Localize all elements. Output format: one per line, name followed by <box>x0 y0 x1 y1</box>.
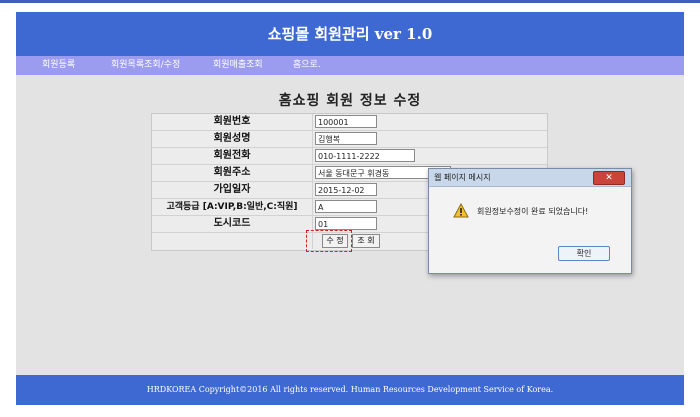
label-join-date: 가입일자 <box>152 182 313 198</box>
app-title: 쇼핑몰 회원관리 ver 1.0 <box>16 12 684 56</box>
form-row-member-name: 회원성명 김행복 <box>152 131 547 148</box>
label-phone: 회원전화 <box>152 148 313 164</box>
footer: HRDKOREA Copyright©2016 All rights reser… <box>16 375 684 405</box>
member-name-input[interactable]: 김행복 <box>315 132 377 145</box>
label-member-name: 회원성명 <box>152 131 313 147</box>
city-code-input[interactable]: 01 <box>315 217 377 230</box>
form-row-phone: 회원전화 010-1111-2222 <box>152 148 547 165</box>
alert-dialog: 웹 페이지 메시지 ✕ 회원정보수정이 완료 되었습니다! 확인 <box>428 168 632 274</box>
nav-item-sales[interactable]: 회원매출조회 <box>213 56 263 75</box>
view-button[interactable]: 조 회 <box>352 234 380 248</box>
warning-icon <box>453 203 469 218</box>
member-no-input[interactable]: 100001 <box>315 115 377 128</box>
dialog-message: 회원정보수정이 완료 되었습니다! <box>477 207 589 216</box>
form-row-member-no: 회원번호 100001 <box>152 114 547 131</box>
grade-input[interactable]: A <box>315 200 377 213</box>
page-title: 홈쇼핑 회원 정보 수정 <box>278 93 422 109</box>
nav-bar: 회원등록 회원목록조회/수정 회원매출조회 홈으로. <box>16 56 684 75</box>
nav-item-list-edit[interactable]: 회원목록조회/수정 <box>111 56 180 75</box>
label-address: 회원주소 <box>152 165 313 181</box>
dialog-title: 웹 페이지 메시지 <box>434 173 491 182</box>
dialog-titlebar: 웹 페이지 메시지 ✕ <box>429 169 631 187</box>
join-date-input[interactable]: 2015-12-02 <box>315 183 377 196</box>
update-button-highlight <box>306 230 352 252</box>
nav-item-register[interactable]: 회원등록 <box>42 56 75 75</box>
close-icon[interactable]: ✕ <box>593 171 625 185</box>
label-grade: 고객등급 [A:VIP,B:일반,C:직원] <box>152 199 313 215</box>
label-city-code: 도시코드 <box>152 216 313 232</box>
buttons-spacer <box>152 233 313 249</box>
ok-button[interactable]: 확인 <box>558 246 610 261</box>
label-member-no: 회원번호 <box>152 114 313 130</box>
phone-input[interactable]: 010-1111-2222 <box>315 149 415 162</box>
top-accent-line <box>0 0 700 3</box>
nav-item-home[interactable]: 홈으로. <box>293 56 321 75</box>
